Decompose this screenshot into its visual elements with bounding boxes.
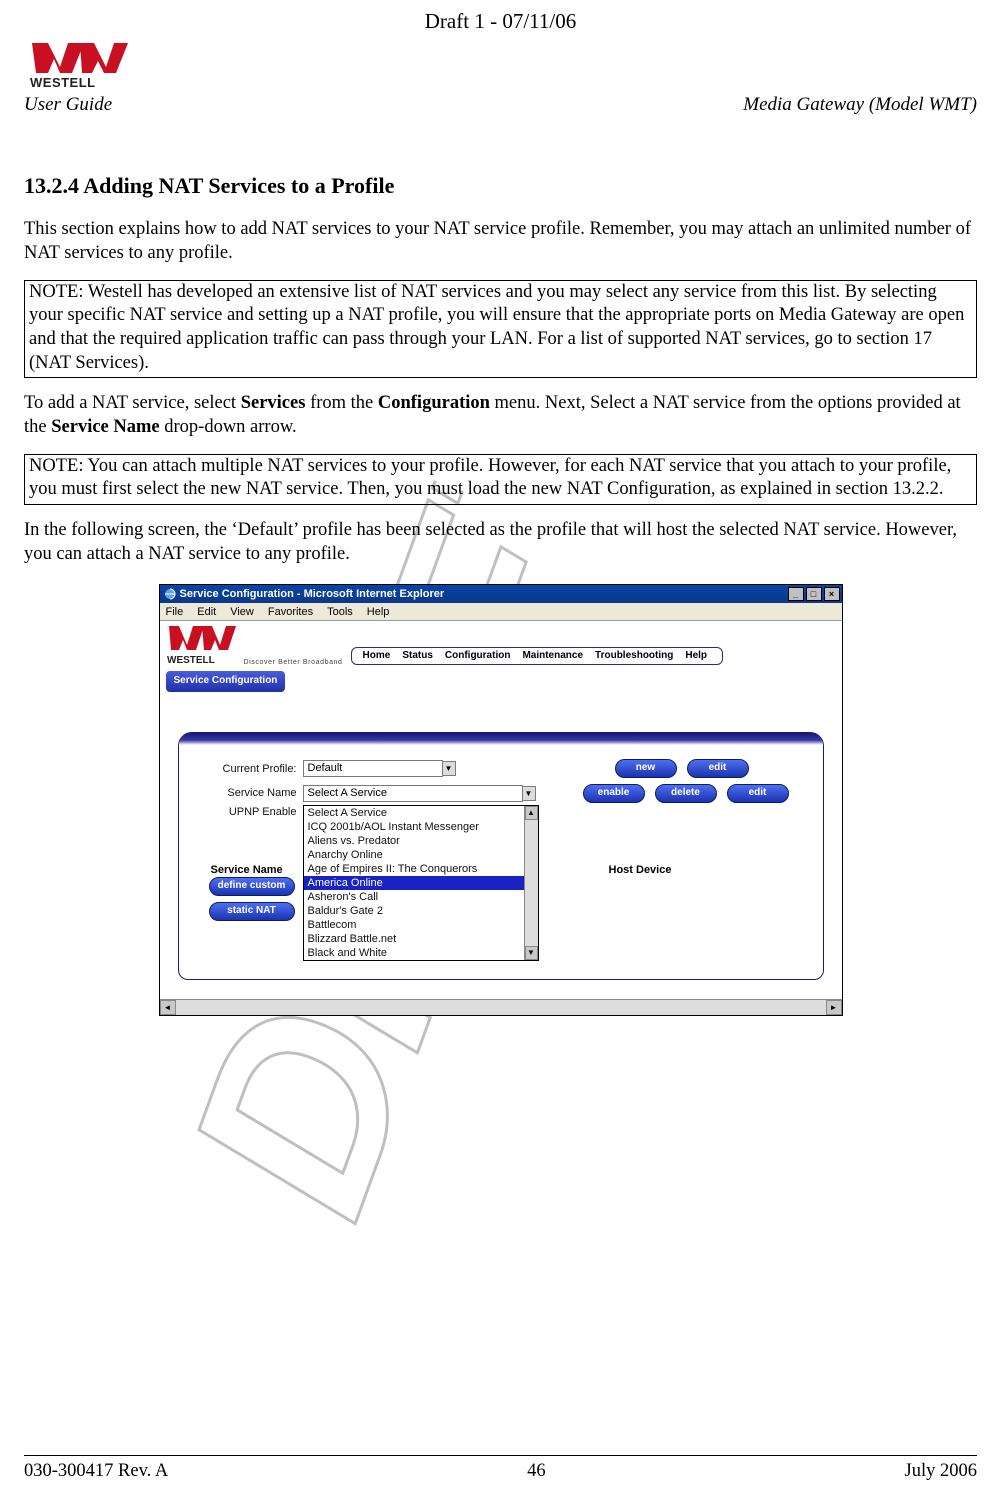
instr-b2: Configuration xyxy=(378,393,490,413)
label-upnp: UPNP Enable xyxy=(193,805,303,819)
header-service-name: Service Name xyxy=(211,863,283,877)
menu-view[interactable]: View xyxy=(230,605,254,619)
menubar[interactable]: File Edit View Favorites Tools Help xyxy=(160,603,842,621)
instr-p4: drop-down arrow. xyxy=(160,417,297,437)
brand-tagline: Discover Better Broadband xyxy=(244,659,343,668)
minimize-button[interactable]: _ xyxy=(788,587,804,601)
instr-b3: Service Name xyxy=(51,417,159,437)
instr-b1: Services xyxy=(241,393,306,413)
instruction-paragraph: To add a NAT service, select Services fr… xyxy=(24,392,977,439)
scroll-down-icon[interactable]: ▼ xyxy=(525,946,538,960)
opt-8[interactable]: Battlecom xyxy=(304,918,538,932)
user-guide-label: User Guide xyxy=(24,93,134,117)
profile-value: Default xyxy=(304,762,343,774)
footer-right: July 2006 xyxy=(905,1460,977,1484)
menu-file[interactable]: File xyxy=(166,605,184,619)
note-box-2: NOTE: You can attach multiple NAT servic… xyxy=(24,454,977,505)
nav-home[interactable]: Home xyxy=(360,650,394,663)
draft-header: Draft 1 - 07/11/06 xyxy=(24,8,977,35)
menu-edit[interactable]: Edit xyxy=(197,605,216,619)
instr-p1: To add a NAT service, select xyxy=(24,393,241,413)
opt-0[interactable]: Select A Service xyxy=(304,806,538,820)
section-heading: 13.2.4 Adding NAT Services to a Profile xyxy=(24,172,977,200)
product-name: Media Gateway (Model WMT) xyxy=(743,93,977,117)
menu-help[interactable]: Help xyxy=(367,605,390,619)
ie-icon xyxy=(164,588,176,600)
opt-3[interactable]: Anarchy Online xyxy=(304,848,538,862)
service-dropdown-open[interactable]: Select A Service ICQ 2001b/AOL Instant M… xyxy=(303,805,539,961)
instr-p2: from the xyxy=(305,393,377,413)
opt-6[interactable]: Asheron's Call xyxy=(304,890,538,904)
note-1-text: NOTE: Westell has developed an extensive… xyxy=(29,282,964,373)
after-paragraph: In the following screen, the ‘Default’ p… xyxy=(24,519,977,566)
profile-select[interactable]: Default xyxy=(303,760,443,777)
new-button[interactable]: new xyxy=(615,759,677,778)
page-number: 46 xyxy=(527,1460,546,1484)
opt-10[interactable]: Black and White xyxy=(304,946,538,960)
horizontal-scrollbar[interactable]: ◄ ► xyxy=(160,999,842,1015)
enable-button[interactable]: enable xyxy=(583,784,645,803)
intro-paragraph: This section explains how to add NAT ser… xyxy=(24,218,977,265)
svg-text:WESTELL: WESTELL xyxy=(167,655,215,666)
westell-logo-mini: WESTELL xyxy=(164,623,238,671)
label-current-profile: Current Profile: xyxy=(193,762,303,776)
service-value: Select A Service xyxy=(304,787,388,799)
scroll-track[interactable] xyxy=(176,1000,826,1015)
maximize-button[interactable]: □ xyxy=(806,587,822,601)
define-custom-button[interactable]: define custom xyxy=(209,877,295,896)
opt-1[interactable]: ICQ 2001b/AOL Instant Messenger xyxy=(304,820,538,834)
scroll-left-icon[interactable]: ◄ xyxy=(160,1000,176,1015)
static-nat-button[interactable]: static NAT xyxy=(209,902,295,921)
delete-button[interactable]: delete xyxy=(655,784,717,803)
opt-7[interactable]: Baldur's Gate 2 xyxy=(304,904,538,918)
service-select[interactable]: Select A Service xyxy=(303,785,523,802)
dropdown-scrollbar[interactable]: ▲ ▼ xyxy=(524,806,538,960)
svg-text:WESTELL: WESTELL xyxy=(30,75,96,90)
nav-maintenance[interactable]: Maintenance xyxy=(519,650,586,663)
edit-profile-button[interactable]: edit xyxy=(687,759,749,778)
section-number: 13.2.4 xyxy=(24,173,79,198)
nav-help[interactable]: Help xyxy=(682,650,710,663)
header-host-device: Host Device xyxy=(609,863,672,877)
titlebar[interactable]: Service Configuration - Microsoft Intern… xyxy=(160,585,842,603)
nav-configuration[interactable]: Configuration xyxy=(442,650,514,663)
note-box-1: NOTE: Westell has developed an extensive… xyxy=(24,280,977,379)
opt-4[interactable]: Age of Empires II: The Conquerors xyxy=(304,862,538,876)
window-title: Service Configuration - Microsoft Intern… xyxy=(180,587,445,601)
panel-top-gradient xyxy=(179,733,823,745)
menu-favorites[interactable]: Favorites xyxy=(268,605,313,619)
subnav-service-config[interactable]: Service Configuration xyxy=(166,671,286,692)
edit-service-button[interactable]: edit xyxy=(727,784,789,803)
nav-troubleshooting[interactable]: Troubleshooting xyxy=(592,650,676,663)
menu-tools[interactable]: Tools xyxy=(327,605,353,619)
footer-left: 030-300417 Rev. A xyxy=(24,1460,168,1484)
westell-logo: WESTELL xyxy=(24,39,134,91)
section-title: Adding NAT Services to a Profile xyxy=(83,173,394,198)
close-button[interactable]: × xyxy=(824,587,840,601)
service-caret-icon[interactable]: ▼ xyxy=(522,786,536,801)
profile-caret-icon[interactable]: ▼ xyxy=(442,761,456,776)
opt-5-highlighted[interactable]: America Online xyxy=(304,876,538,890)
opt-9[interactable]: Blizzard Battle.net xyxy=(304,932,538,946)
nav-status[interactable]: Status xyxy=(399,650,436,663)
note-2-text: NOTE: You can attach multiple NAT servic… xyxy=(29,456,951,500)
service-config-panel: Current Profile: Default ▼ new edit Serv… xyxy=(178,732,824,980)
opt-2[interactable]: Aliens vs. Predator xyxy=(304,834,538,848)
scroll-up-icon[interactable]: ▲ xyxy=(525,806,538,820)
scroll-right-icon[interactable]: ► xyxy=(826,1000,842,1015)
top-nav: Home Status Configuration Maintenance Tr… xyxy=(351,647,723,666)
browser-window: Service Configuration - Microsoft Intern… xyxy=(159,584,843,1016)
label-service-name: Service Name xyxy=(193,786,303,800)
